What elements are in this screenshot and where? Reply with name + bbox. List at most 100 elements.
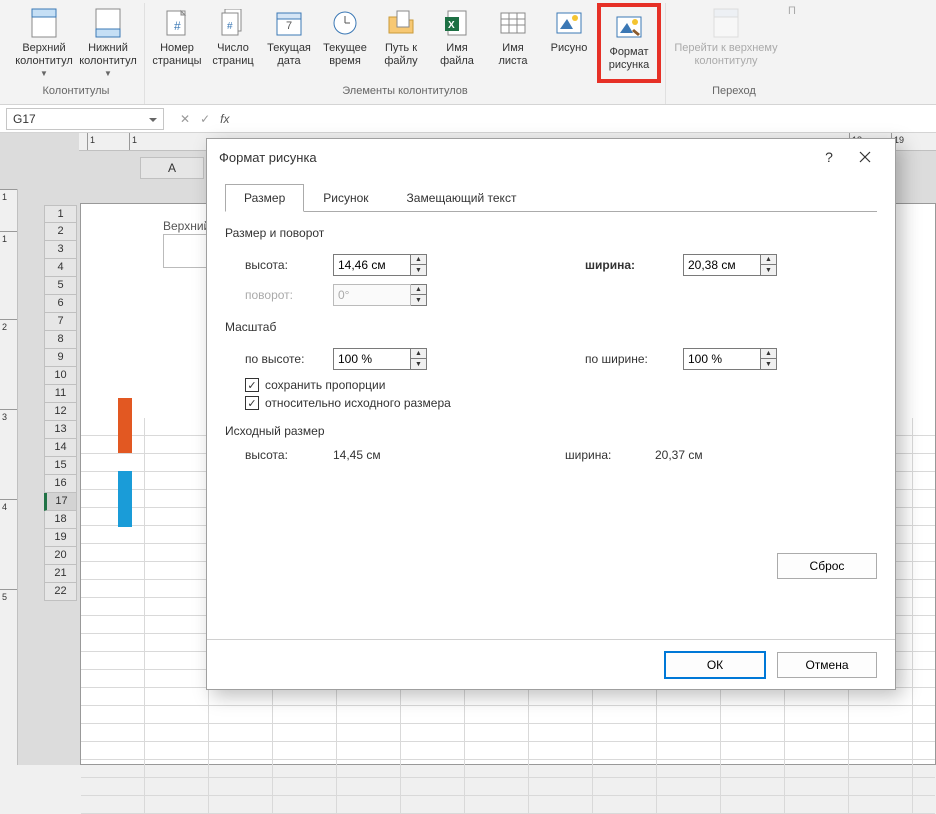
filepath-button[interactable]: Путь к файлу	[373, 3, 429, 83]
dialog-tabs: Размер Рисунок Замещающий текст	[225, 183, 877, 212]
col-header-a[interactable]: A	[140, 157, 204, 179]
ribbon: Верхний колонтитул ▼ Нижний колонтитул ▼…	[0, 0, 936, 105]
scale-height-input[interactable]	[333, 348, 411, 370]
tab-picture[interactable]: Рисунок	[304, 184, 387, 212]
folder-icon	[385, 7, 417, 39]
row-header[interactable]: 17	[44, 493, 77, 511]
row-header[interactable]: 6	[44, 295, 77, 313]
lock-aspect-checkbox[interactable]: ✓	[245, 378, 259, 392]
height-input[interactable]	[333, 254, 411, 276]
footer-label: Нижний колонтитул	[78, 42, 138, 68]
spin-down-icon[interactable]: ▼	[761, 359, 776, 369]
height-spinbox[interactable]: ▲▼	[333, 254, 427, 276]
row-header[interactable]: 11	[44, 385, 77, 403]
group-label-headerfooter: Колонтитулы	[43, 85, 110, 97]
format-picture-label: Формат рисунка	[603, 46, 655, 72]
reset-button[interactable]: Сброс	[777, 553, 877, 579]
width-spinbox[interactable]: ▲▼	[683, 254, 777, 276]
row-header[interactable]: 21	[44, 565, 77, 583]
pagecount-button[interactable]: # Число страниц	[205, 3, 261, 83]
spin-up-icon[interactable]: ▲	[761, 255, 776, 265]
ruler-marker: 1	[87, 133, 95, 150]
date-button[interactable]: 7 Текущая дата	[261, 3, 317, 83]
name-box[interactable]: G17	[6, 108, 164, 130]
svg-text:#: #	[227, 21, 233, 32]
spin-down-icon[interactable]: ▼	[761, 265, 776, 275]
width-input[interactable]	[683, 254, 761, 276]
goto-header-button: Перейти к верхнему колонтитулу	[670, 3, 782, 83]
close-button[interactable]	[847, 139, 883, 175]
row-header[interactable]: 5	[44, 277, 77, 295]
row-header[interactable]: 10	[44, 367, 77, 385]
name-box-value: G17	[13, 112, 36, 126]
row-header[interactable]: 16	[44, 475, 77, 493]
pagenum-button[interactable]: # Номер страницы	[149, 3, 205, 83]
spin-up-icon: ▲	[411, 285, 426, 295]
spin-up-icon[interactable]: ▲	[761, 349, 776, 359]
scale-height-spinbox[interactable]: ▲▼	[333, 348, 427, 370]
fx-icon[interactable]: fx	[220, 112, 229, 126]
time-button[interactable]: Текущее время	[317, 3, 373, 83]
sheetname-button[interactable]: Имя листа	[485, 3, 541, 83]
header-label: Верхний колонтитул	[14, 42, 74, 68]
spin-up-icon[interactable]: ▲	[411, 255, 426, 265]
row-header[interactable]: 20	[44, 547, 77, 565]
orange-cells	[118, 398, 132, 453]
dialog-footer: ОК Отмена	[207, 639, 895, 689]
enter-icon[interactable]: ✓	[200, 112, 210, 126]
goto-header-icon	[710, 7, 742, 39]
ruler-marker: 1	[129, 133, 137, 150]
tab-alttext[interactable]: Замещающий текст	[388, 184, 536, 212]
row-header[interactable]: 14	[44, 439, 77, 457]
row-header[interactable]: 13	[44, 421, 77, 439]
format-picture-icon	[613, 11, 645, 43]
height-label: высота:	[245, 258, 333, 272]
spin-down-icon[interactable]: ▼	[411, 265, 426, 275]
rotation-spinbox: ▲▼	[333, 284, 427, 306]
relative-original-checkbox[interactable]: ✓	[245, 396, 259, 410]
row-header[interactable]: 19	[44, 529, 77, 547]
cancel-button[interactable]: Отмена	[777, 652, 877, 678]
group-label-nav: Переход	[712, 85, 760, 97]
row-header[interactable]: 1	[44, 205, 77, 223]
row-header[interactable]: 12	[44, 403, 77, 421]
row-header[interactable]: 22	[44, 583, 77, 601]
format-picture-button[interactable]: Формат рисунка	[597, 3, 661, 83]
group-label-elements: Элементы колонтитулов	[342, 85, 468, 97]
row-header[interactable]: 7	[44, 313, 77, 331]
header-area-label: Верхний	[163, 219, 210, 233]
scale-width-input[interactable]	[683, 348, 761, 370]
footer-button[interactable]: Нижний колонтитул ▼	[76, 3, 140, 83]
pagecount-icon: #	[217, 7, 249, 39]
time-label: Текущее время	[319, 42, 371, 68]
row-header[interactable]: 3	[44, 241, 77, 259]
row-header[interactable]: 4	[44, 259, 77, 277]
picture-icon	[553, 7, 585, 39]
row-header[interactable]: 15	[44, 457, 77, 475]
filename-button[interactable]: X Имя файла	[429, 3, 485, 83]
scale-width-spinbox[interactable]: ▲▼	[683, 348, 777, 370]
picture-button[interactable]: Рисуно	[541, 3, 597, 83]
ok-button[interactable]: ОК	[665, 652, 765, 678]
filename-label: Имя файла	[431, 42, 483, 68]
goto-header-label: Перейти к верхнему колонтитулу	[672, 42, 780, 68]
orig-width-value: 20,37 см	[655, 448, 703, 462]
tab-size[interactable]: Размер	[225, 184, 304, 212]
row-header[interactable]: 2	[44, 223, 77, 241]
blue-cells	[118, 471, 132, 527]
spin-up-icon[interactable]: ▲	[411, 349, 426, 359]
row-header[interactable]: 8	[44, 331, 77, 349]
spin-down-icon[interactable]: ▼	[411, 359, 426, 369]
relative-original-label: относительно исходного размера	[265, 396, 451, 410]
calendar-icon: 7	[273, 7, 305, 39]
ribbon-group-headerfooter: Верхний колонтитул ▼ Нижний колонтитул ▼…	[8, 3, 145, 104]
header-button[interactable]: Верхний колонтитул ▼	[12, 3, 76, 83]
row-header[interactable]: 18	[44, 511, 77, 529]
row-header[interactable]: 9	[44, 349, 77, 367]
column-headers: A	[140, 157, 204, 179]
help-button[interactable]: ?	[811, 139, 847, 175]
ribbon-group-nav: Перейти к верхнему колонтитулу П Переход	[666, 3, 806, 104]
excel-file-icon: X	[441, 7, 473, 39]
pagenum-label: Номер страницы	[151, 42, 203, 68]
cancel-icon[interactable]: ✕	[180, 112, 190, 126]
